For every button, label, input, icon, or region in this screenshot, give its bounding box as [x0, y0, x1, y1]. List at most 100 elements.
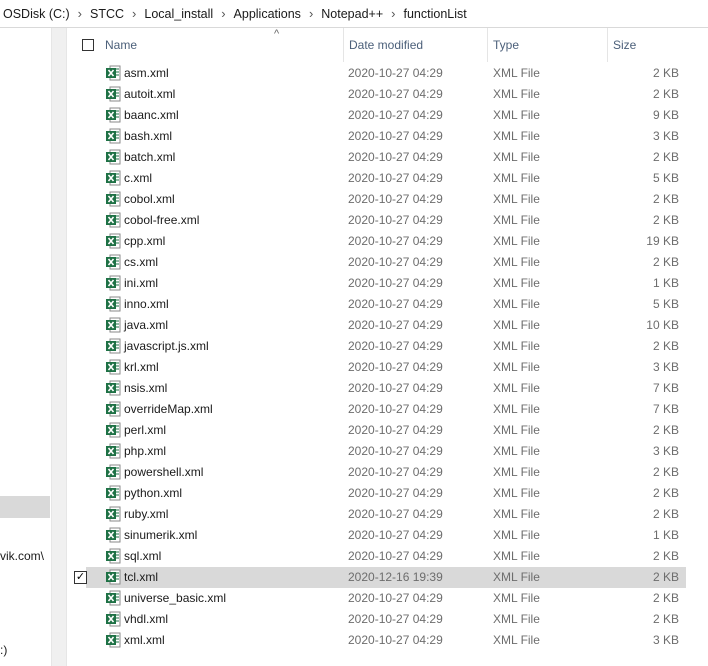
file-row[interactable]: xml.xml 2020-10-27 04:29 XML File 3 KB: [86, 630, 686, 651]
file-row[interactable]: cobol-free.xml 2020-10-27 04:29 XML File 2 …: [86, 210, 686, 231]
nav-selected-item[interactable]: [0, 496, 50, 518]
column-header-size-label: Size: [613, 38, 637, 52]
file-date-modified: 2020-10-27 04:29: [348, 234, 443, 248]
file-size: 7 KB: [652, 381, 679, 395]
file-row[interactable]: cobol.xml 2020-10-27 04:29 XML File 2 KB: [86, 189, 686, 210]
breadcrumb-item[interactable]: OSDisk (C:): [0, 7, 73, 21]
file-row[interactable]: c.xml 2020-10-27 04:29 XML File 5 KB: [86, 168, 686, 189]
excel-xml-file-icon: [106, 170, 121, 186]
column-header-date-modified[interactable]: Date modified: [344, 28, 488, 62]
excel-xml-file-icon: [106, 401, 121, 417]
file-size: 3 KB: [652, 633, 679, 647]
excel-xml-file-icon: [106, 527, 121, 543]
file-date-modified: 2020-10-27 04:29: [348, 444, 443, 458]
file-name: asm.xml: [124, 66, 169, 80]
file-type: XML File: [493, 66, 540, 80]
excel-xml-file-icon: [106, 128, 121, 144]
file-date-modified: 2020-10-27 04:29: [348, 360, 443, 374]
file-type: XML File: [493, 276, 540, 290]
breadcrumb-chevron-icon[interactable]: ›: [127, 6, 141, 21]
file-type: XML File: [493, 486, 540, 500]
file-row[interactable]: nsis.xml 2020-10-27 04:29 XML File 7 KB: [86, 378, 686, 399]
file-row[interactable]: ini.xml 2020-10-27 04:29 XML File 1 KB: [86, 273, 686, 294]
file-size: 2 KB: [652, 87, 679, 101]
breadcrumb-chevron-icon[interactable]: ›: [73, 6, 87, 21]
nav-item-fragment-2[interactable]: :): [0, 643, 7, 657]
file-name: vhdl.xml: [124, 612, 169, 626]
excel-xml-file-icon: [106, 380, 121, 396]
file-row[interactable]: asm.xml 2020-10-27 04:29 XML File 2 KB: [86, 63, 686, 84]
row-checkbox[interactable]: ✓: [74, 571, 87, 584]
file-row[interactable]: powershell.xml 2020-10-27 04:29 XML File 2 …: [86, 462, 686, 483]
file-list-scroll-area: [686, 28, 708, 666]
file-name: baanc.xml: [124, 108, 179, 122]
file-size: 3 KB: [652, 444, 679, 458]
file-size: 2 KB: [652, 423, 679, 437]
navigation-pane: vik.com\ :): [0, 28, 51, 666]
file-date-modified: 2020-10-27 04:29: [348, 171, 443, 185]
file-type: XML File: [493, 339, 540, 353]
file-date-modified: 2020-10-27 04:29: [348, 255, 443, 269]
file-type: XML File: [493, 360, 540, 374]
breadcrumb-item[interactable]: Local_install: [141, 7, 216, 21]
file-size: 2 KB: [652, 591, 679, 605]
column-header-name[interactable]: Name: [100, 28, 344, 62]
file-name: krl.xml: [124, 360, 159, 374]
file-row[interactable]: autoit.xml 2020-10-27 04:29 XML File 2 KB: [86, 84, 686, 105]
excel-xml-file-icon: [106, 275, 121, 291]
file-row[interactable]: overrideMap.xml 2020-10-27 04:29 XML File 7…: [86, 399, 686, 420]
file-date-modified: 2020-10-27 04:29: [348, 486, 443, 500]
breadcrumb-item[interactable]: Applications: [231, 7, 304, 21]
file-name: python.xml: [124, 486, 183, 500]
breadcrumb-chevron-icon[interactable]: ›: [304, 6, 318, 21]
file-row[interactable]: baanc.xml 2020-10-27 04:29 XML File 9 KB: [86, 105, 686, 126]
file-size: 9 KB: [652, 108, 679, 122]
file-row[interactable]: krl.xml 2020-10-27 04:29 XML File 3 KB: [86, 357, 686, 378]
file-row[interactable]: sql.xml 2020-10-27 04:29 XML File 2 KB: [86, 546, 686, 567]
file-size: 2 KB: [652, 486, 679, 500]
breadcrumb-item[interactable]: functionList: [400, 7, 469, 21]
column-header-type[interactable]: Type: [488, 28, 608, 62]
file-row[interactable]: ✓ tcl.xml 2020-12-16 19:39 XML File 2 KB: [74, 567, 686, 588]
excel-xml-file-icon: [106, 233, 121, 249]
file-row[interactable]: perl.xml 2020-10-27 04:29 XML File 2 KB: [86, 420, 686, 441]
file-size: 2 KB: [652, 339, 679, 353]
file-row[interactable]: sinumerik.xml 2020-10-27 04:29 XML File 1 K…: [86, 525, 686, 546]
file-row[interactable]: javascript.js.xml 2020-10-27 04:29 XML Fil…: [86, 336, 686, 357]
excel-xml-file-icon: [106, 296, 121, 312]
excel-xml-file-icon: [106, 464, 121, 480]
file-name: cpp.xml: [124, 234, 166, 248]
breadcrumb-item[interactable]: Notepad++: [318, 7, 386, 21]
file-type: XML File: [493, 549, 540, 563]
file-row[interactable]: python.xml 2020-10-27 04:29 XML File 2 KB: [86, 483, 686, 504]
column-header-size[interactable]: Size: [608, 28, 686, 62]
address-bar[interactable]: OSDisk (C:) › STCC › Local_install › Applicati…: [0, 0, 708, 28]
file-row[interactable]: java.xml 2020-10-27 04:29 XML File 10 KB: [86, 315, 686, 336]
file-name: universe_basic.xml: [124, 591, 227, 605]
file-size: 2 KB: [652, 66, 679, 80]
file-row[interactable]: vhdl.xml 2020-10-27 04:29 XML File 2 KB: [86, 609, 686, 630]
file-type: XML File: [493, 297, 540, 311]
file-name: batch.xml: [124, 150, 176, 164]
file-name: sinumerik.xml: [124, 528, 198, 542]
file-row[interactable]: cs.xml 2020-10-27 04:29 XML File 2 KB: [86, 252, 686, 273]
file-type: XML File: [493, 570, 540, 584]
file-row[interactable]: php.xml 2020-10-27 04:29 XML File 3 KB: [86, 441, 686, 462]
file-name: inno.xml: [124, 297, 169, 311]
file-row[interactable]: ruby.xml 2020-10-27 04:29 XML File 2 KB: [86, 504, 686, 525]
file-type: XML File: [493, 591, 540, 605]
breadcrumb-chevron-icon[interactable]: ›: [386, 6, 400, 21]
breadcrumb-chevron-icon[interactable]: ›: [216, 6, 230, 21]
file-row[interactable]: bash.xml 2020-10-27 04:29 XML File 3 KB: [86, 126, 686, 147]
file-row[interactable]: inno.xml 2020-10-27 04:29 XML File 5 KB: [86, 294, 686, 315]
file-row[interactable]: batch.xml 2020-10-27 04:29 XML File 2 KB: [86, 147, 686, 168]
excel-xml-file-icon: [106, 212, 121, 228]
sort-ascending-icon: ^: [274, 28, 280, 40]
file-row[interactable]: universe_basic.xml 2020-10-27 04:29 XML Fi…: [86, 588, 686, 609]
nav-item-fragment-1[interactable]: vik.com\: [0, 549, 44, 563]
breadcrumb-item[interactable]: STCC: [87, 7, 127, 21]
excel-xml-file-icon: [106, 317, 121, 333]
file-row[interactable]: cpp.xml 2020-10-27 04:29 XML File 19 KB: [86, 231, 686, 252]
navigation-pane-scrollbar[interactable]: [51, 28, 67, 666]
file-type: XML File: [493, 192, 540, 206]
